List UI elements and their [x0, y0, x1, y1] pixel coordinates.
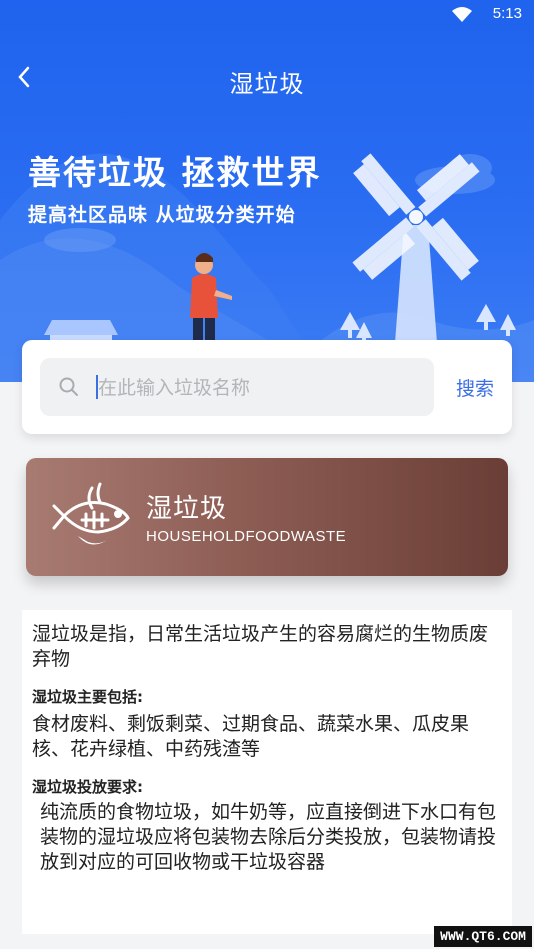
category-card: 湿垃圾 HOUSEHOLDFOODWASTE [26, 458, 508, 576]
category-definition: 湿垃圾是指，日常生活垃圾产生的容易腐烂的生物质废弃物 [32, 623, 489, 670]
description-panel: 湿垃圾是指，日常生活垃圾产生的容易腐烂的生物质废弃物 湿垃圾主要包括: 食材废料… [22, 610, 512, 934]
requirements-text: 纯流质的食物垃圾，如牛奶等，应直接倒进下水口有包装物的湿垃圾应将包装物去除后分类… [40, 801, 497, 873]
search-icon [59, 377, 78, 396]
wifi-icon [452, 7, 472, 22]
status-bar: 5:13 [0, 0, 534, 30]
watermark: WWW.QT6.COM [434, 926, 532, 947]
includes-heading: 湿垃圾主要包括: [32, 688, 143, 706]
search-card: 搜索 [22, 340, 512, 434]
includes-text: 食材废料、剩饭剩菜、过期食品、蔬菜水果、瓜皮果核、花卉绿植、中药残渣等 [32, 713, 470, 760]
nav-bar: 湿垃圾 [0, 52, 534, 106]
page-title: 湿垃圾 [229, 70, 305, 98]
text-caret [96, 375, 98, 399]
search-input[interactable] [96, 371, 420, 405]
category-english-name: HOUSEHOLDFOODWASTE [146, 528, 347, 545]
banner-headline: 善待垃圾 拯救世界 [28, 153, 322, 192]
status-time: 5:13 [492, 5, 522, 22]
category-name: 湿垃圾 [146, 494, 228, 524]
wet-waste-fish-icon [52, 482, 130, 545]
search-box[interactable] [40, 358, 434, 416]
requirements-heading: 湿垃圾投放要求: [32, 778, 143, 796]
banner-subline: 提高社区品味 从垃圾分类开始 [28, 204, 296, 226]
hero-banner: 5:13 湿垃圾 善待垃圾 拯救世界 提高社区品味 从垃圾分类开始 [0, 0, 534, 382]
search-button[interactable]: 搜索 [456, 374, 494, 401]
